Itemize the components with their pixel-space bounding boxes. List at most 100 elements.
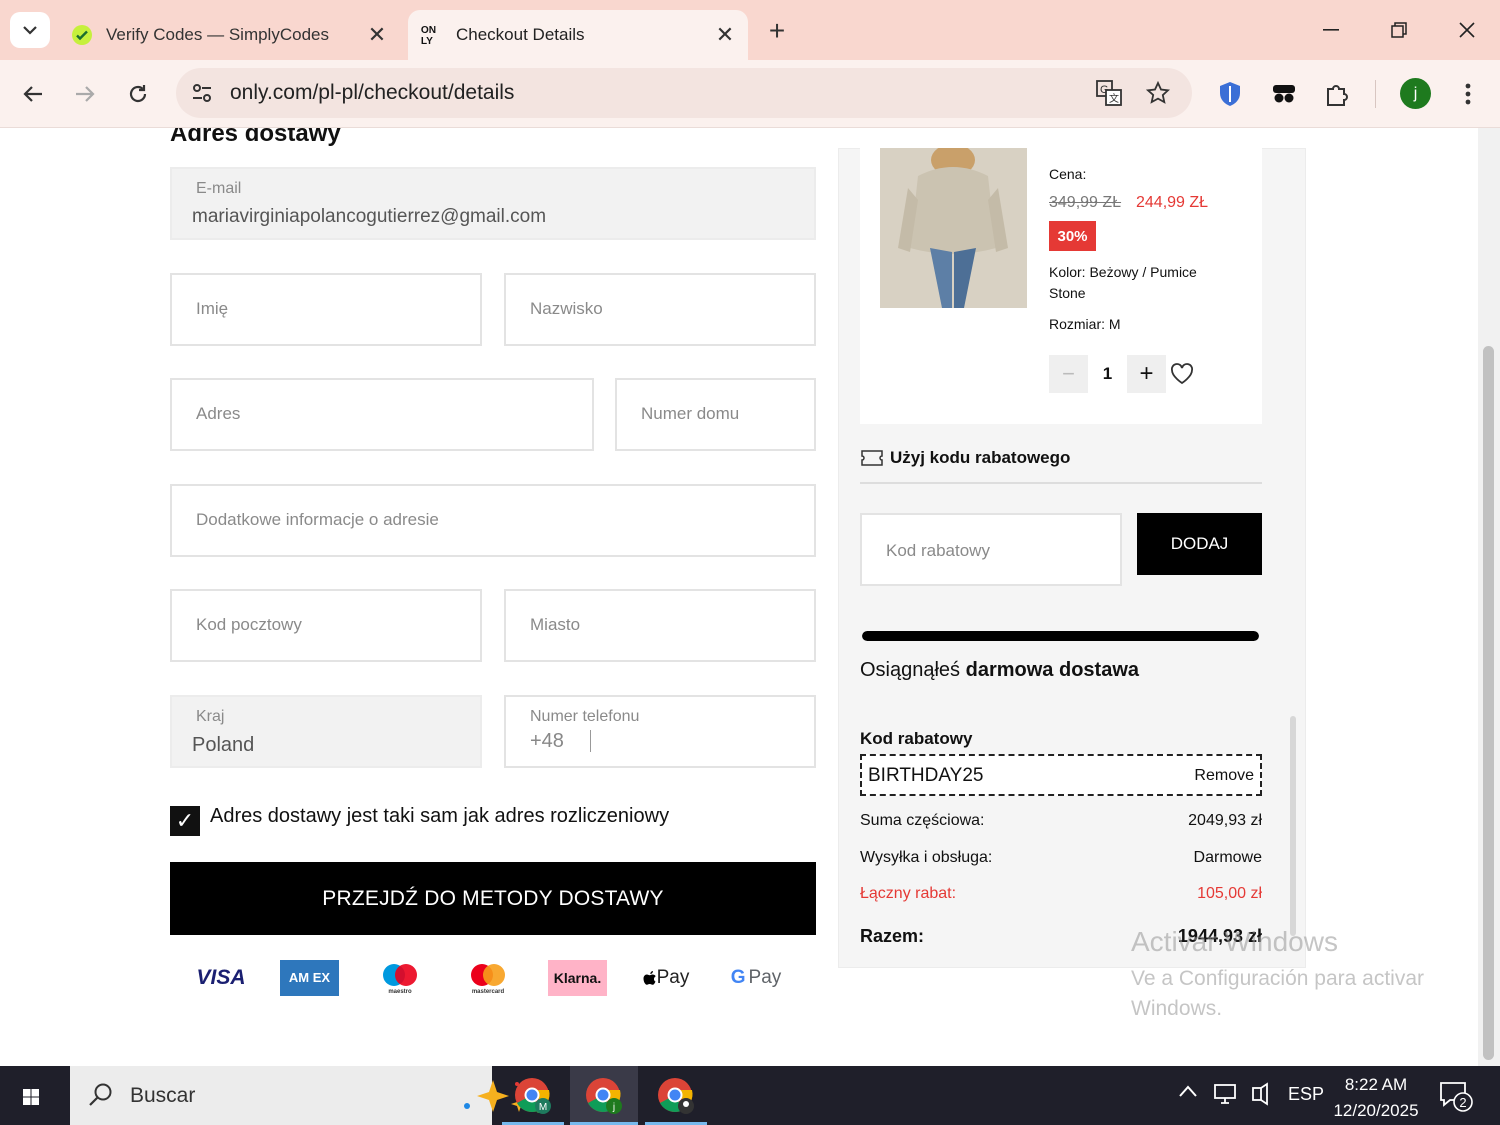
mastercard-caption: mastercard xyxy=(472,989,505,995)
clock-time: 8:22 AM xyxy=(1344,1075,1408,1094)
toolbar-divider xyxy=(1375,80,1376,108)
notification-count: 2 xyxy=(1459,1095,1466,1110)
city-input[interactable]: Miasto xyxy=(504,589,816,662)
same-billing-checkbox[interactable]: ✓ xyxy=(170,806,200,836)
subtotal-value: 2049,93 zł xyxy=(1188,812,1262,829)
speaker-icon[interactable] xyxy=(1250,1082,1272,1111)
tab-title: Verify Codes — SimplyCodes xyxy=(106,25,329,44)
discount-badge: 30% xyxy=(1049,221,1096,251)
discount-row: Łączny rabat: 105,00 zł xyxy=(860,885,1262,903)
site-settings-icon[interactable] xyxy=(190,81,214,110)
extensions-puzzle-icon[interactable] xyxy=(1321,78,1353,110)
same-billing-label: Adres dostawy jest taki sam jak adres ro… xyxy=(210,805,670,827)
additional-info-placeholder: Dodatkowe informacje o adresie xyxy=(196,510,439,529)
forward-button[interactable] xyxy=(65,74,105,114)
language-indicator[interactable]: ESP xyxy=(1288,1084,1324,1105)
taskbar-chrome-profile-j[interactable]: j xyxy=(570,1066,638,1125)
original-price: 349,99 ZŁ xyxy=(1049,194,1122,211)
postal-code-input[interactable]: Kod pocztowy xyxy=(170,589,482,662)
close-tab-icon[interactable]: ✕ xyxy=(710,20,740,50)
ticket-icon xyxy=(861,450,883,466)
watermark-line-1: Activar Windows xyxy=(1131,926,1338,957)
applied-code: BIRTHDAY25 xyxy=(868,765,984,786)
shipping-value: Darmowe xyxy=(1193,849,1262,866)
windows-activation-watermark: Activar Windows Ve a Configuración para … xyxy=(1131,926,1424,1024)
country-select[interactable]: Kraj Poland xyxy=(170,695,482,768)
city-placeholder: Miasto xyxy=(530,615,581,634)
notifications-icon[interactable]: 2 xyxy=(1438,1080,1478,1117)
increase-quantity-button[interactable]: + xyxy=(1127,355,1166,393)
taskbar-search-box[interactable]: Buscar xyxy=(70,1066,542,1125)
tab-checkout-details[interactable]: ON LY Checkout Details ✕ xyxy=(408,10,748,60)
close-tab-icon[interactable]: ✕ xyxy=(362,20,392,50)
chevron-up-icon[interactable] xyxy=(1178,1082,1198,1103)
kebab-menu-icon[interactable] xyxy=(1452,78,1484,110)
mastercard-logo-icon: mastercard xyxy=(465,959,511,997)
email-field[interactable]: E-mail mariavirginiapolancogutierrez@gma… xyxy=(170,167,816,240)
search-text: Buscar xyxy=(130,1084,196,1107)
first-name-input[interactable]: Imię xyxy=(170,273,482,346)
watermark-line-3: Windows. xyxy=(1131,997,1223,1020)
taskbar-chrome-profile-3[interactable] xyxy=(645,1066,707,1125)
translate-icon[interactable]: G文 xyxy=(1096,80,1122,106)
page-scrollbar-thumb[interactable] xyxy=(1483,346,1494,1060)
tab-verify-codes[interactable]: Verify Codes — SimplyCodes ✕ xyxy=(60,10,400,60)
windows-taskbar: Buscar M j ESP 8:22 AM 12/20/2025 2 xyxy=(0,1066,1500,1125)
incognito-extension-icon[interactable] xyxy=(1268,78,1300,110)
minimize-button[interactable] xyxy=(1306,10,1356,50)
country-value: Poland xyxy=(192,734,255,756)
address-bar[interactable]: only.com/pl-pl/checkout/details G文 xyxy=(176,68,1192,118)
svg-text:文: 文 xyxy=(1109,92,1119,105)
remove-code-link[interactable]: Remove xyxy=(1194,767,1254,785)
search-icon xyxy=(89,1083,112,1106)
restore-button[interactable] xyxy=(1374,10,1424,50)
phone-prefix: +48 xyxy=(530,730,564,752)
taskbar-chrome-profile-m[interactable]: M xyxy=(502,1066,564,1125)
total-label: Razem: xyxy=(860,926,925,946)
summary-scrollbar[interactable] xyxy=(1290,716,1296,936)
tab-search-button[interactable] xyxy=(10,12,50,48)
email-value: mariavirginiapolancogutierrez@gmail.com xyxy=(192,206,547,227)
profile-avatar[interactable]: j xyxy=(1400,78,1431,109)
discount-label: Łączny rabat: xyxy=(860,885,957,902)
reload-button[interactable] xyxy=(118,74,158,114)
bookmark-star-icon[interactable] xyxy=(1145,80,1171,106)
wishlist-heart-icon[interactable] xyxy=(1168,355,1196,393)
windows-start-icon[interactable] xyxy=(14,1080,48,1114)
address-input[interactable]: Adres xyxy=(170,378,594,451)
browser-toolbar: only.com/pl-pl/checkout/details G文 j xyxy=(0,60,1500,128)
page-title: Adres dostawy xyxy=(170,128,341,147)
quantity-value[interactable]: 1 xyxy=(1088,355,1127,393)
discount-value: 105,00 zł xyxy=(1197,885,1262,902)
coupon-code-input[interactable]: Kod rabatowy xyxy=(860,513,1122,586)
close-window-button[interactable] xyxy=(1442,10,1492,50)
google-pay-logo-icon: G Pay xyxy=(730,967,782,988)
network-icon[interactable] xyxy=(1212,1082,1238,1111)
shipping-row: Wysyłka i obsługa: Darmowe xyxy=(860,849,1262,867)
house-number-input[interactable]: Numer domu xyxy=(615,378,816,451)
shipping-label: Wysyłka i obsługa: xyxy=(860,849,993,866)
maestro-logo-icon: maestro xyxy=(378,959,422,997)
profile-badge: M xyxy=(539,1102,547,1113)
last-name-input[interactable]: Nazwisko xyxy=(504,273,816,346)
subtotal-row: Suma częściowa: 2049,93 zł xyxy=(860,812,1262,830)
color-line-1: Kolor: Beżowy / Pumice xyxy=(1049,264,1197,280)
coupon-heading[interactable]: Użyj kodu rabatowego xyxy=(860,448,1070,468)
additional-info-input[interactable]: Dodatkowe informacje o adresie xyxy=(170,484,816,557)
tab-title: Checkout Details xyxy=(456,25,585,44)
new-tab-button[interactable]: + xyxy=(760,14,794,48)
continue-to-shipping-button[interactable]: PRZEJDŹ DO METODY DOSTAWY xyxy=(170,862,816,935)
apple-pay-text: Pay xyxy=(656,967,690,988)
decrease-quantity-button[interactable]: − xyxy=(1049,355,1088,393)
postal-code-placeholder: Kod pocztowy xyxy=(196,615,302,634)
back-button[interactable] xyxy=(13,74,53,114)
phone-input[interactable]: Numer telefonu +48 xyxy=(504,695,816,768)
reload-icon xyxy=(129,85,147,103)
shield-extension-icon[interactable] xyxy=(1214,78,1246,110)
system-clock[interactable]: 8:22 AM 12/20/2025 xyxy=(1326,1072,1426,1124)
country-label: Kraj xyxy=(196,708,225,725)
checkout-page: Adres dostawy E-mail mariavirginiapolanc… xyxy=(0,128,1500,1066)
apply-coupon-button[interactable]: DODAJ xyxy=(1137,513,1262,575)
product-image[interactable] xyxy=(880,148,1027,308)
profile-badge: j xyxy=(612,1102,615,1113)
